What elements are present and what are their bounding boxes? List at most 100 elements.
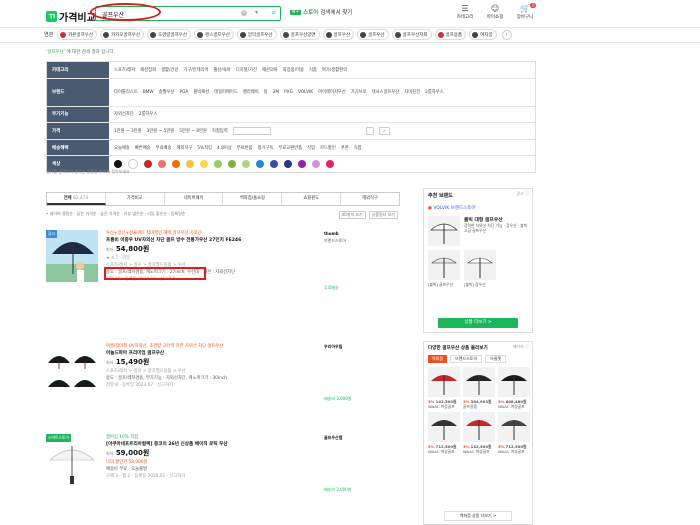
color-swatch[interactable]: [298, 160, 306, 169]
color-swatch[interactable]: [158, 160, 166, 169]
color-swatch[interactable]: [128, 159, 138, 170]
color-swatch[interactable]: [200, 160, 208, 169]
color-swatch[interactable]: [144, 160, 152, 169]
tab-department[interactable]: 백화점/홈쇼핑: [223, 193, 283, 205]
tab-shopping-window[interactable]: 쇼핑윈도: [282, 193, 342, 205]
cart-button[interactable]: 🛒 0 장바구니: [510, 3, 540, 20]
filter-option[interactable]: 패션잡화: [140, 67, 156, 73]
browse-item[interactable]: 3% 142,500원 WAAC 여성골프: [428, 367, 460, 409]
site-logo[interactable]: ㄲ 가격비교: [46, 9, 96, 24]
filter-option[interactable]: 정기구독: [258, 145, 274, 151]
filter-option[interactable]: 볼빅패션: [193, 89, 209, 95]
filter-option[interactable]: VOLVIK: [298, 90, 313, 95]
price-range-option[interactable]: 3만원 ~ 5만원: [147, 128, 175, 134]
related-chip[interactable]: 골프우산: [322, 29, 355, 40]
filter-option[interactable]: 무료반품: [237, 145, 253, 151]
filter-option[interactable]: 송월우산: [159, 89, 175, 95]
color-swatch[interactable]: [256, 160, 264, 169]
filter-option[interactable]: 핑: [264, 89, 268, 95]
product-title[interactable]: [아쿠아네프트리아컬렉] 몽코의 26년 신상품 베이직 로틱 우산: [106, 441, 336, 448]
filter-option[interactable]: 빠른배송: [135, 145, 151, 151]
filter-option[interactable]: 쿠폰: [341, 145, 349, 151]
related-chip[interactable]: 골프우산양면: [279, 29, 320, 40]
brand-store-link[interactable]: ● VOLVIK 브랜드스토어: [428, 205, 528, 211]
browse-item[interactable]: 3% 384,993원 골프용품: [463, 367, 495, 409]
color-swatch[interactable]: [172, 160, 180, 169]
filter-option[interactable]: 여가/생활편의: [322, 67, 347, 73]
filter-option[interactable]: 타이틀리스트: [114, 89, 138, 95]
filter-option[interactable]: 가구/인테리어: [183, 67, 208, 73]
color-swatch[interactable]: [326, 160, 334, 169]
tab-brand-store[interactable]: 브랜드스토어: [450, 355, 483, 363]
filter-option[interactable]: 카드할인: [320, 145, 336, 151]
color-swatch[interactable]: [228, 160, 236, 169]
category-menu-button[interactable]: ☰ 카테고리: [450, 4, 480, 20]
filter-option[interactable]: 패션의류: [262, 67, 278, 73]
filter-option[interactable]: BMW: [143, 90, 154, 95]
filter-option[interactable]: 직접: [354, 145, 362, 151]
brand-product[interactable]: [볼빅] 골프우산: [428, 250, 460, 287]
price-range-option[interactable]: 1만원 ~ 3만원: [114, 128, 142, 134]
filter-option[interactable]: 스포츠/레저: [114, 67, 135, 73]
max-price-field[interactable]: [365, 126, 374, 135]
price-apply-button[interactable]: ✓: [378, 126, 391, 135]
search-icon[interactable]: ⌕: [272, 8, 276, 18]
filter-option[interactable]: 5%적립: [197, 145, 212, 151]
my-shopping-button[interactable]: ☺ 마이쇼핑: [480, 4, 510, 20]
seller-name[interactable]: 골프우산랩: [324, 434, 398, 441]
browse-item[interactable]: 5% 712,500원 WAAC 여성골프: [428, 412, 460, 454]
chevron-right-icon[interactable]: ›: [501, 29, 512, 40]
related-chip[interactable]: 카카오골프우산: [100, 29, 145, 40]
color-swatch[interactable]: [312, 160, 320, 169]
store-campaign-link[interactable]: N+ 스토어 검색에서 찾기: [290, 8, 352, 16]
filter-option[interactable]: 무료교환반품: [278, 145, 302, 151]
tab-naverpay[interactable]: 네이버페이: [165, 193, 224, 205]
color-swatch[interactable]: [114, 160, 122, 169]
tab-overseas[interactable]: 해외직구: [341, 193, 399, 205]
filter-option[interactable]: PXG: [284, 90, 293, 95]
filter-option[interactable]: 자외선차단: [114, 111, 134, 117]
chevron-down-icon[interactable]: ▾: [255, 9, 258, 16]
related-chip[interactable]: 골프우산자외: [391, 29, 432, 40]
product-title[interactable]: 아놀드파마 프리미엄 골프우산: [106, 350, 336, 357]
related-chip[interactable]: 암막골프우산: [236, 29, 277, 40]
product-image[interactable]: [46, 343, 98, 395]
color-swatch[interactable]: [270, 160, 278, 169]
filter-option[interactable]: 가거브로: [351, 89, 367, 95]
filter-option[interactable]: 작업: [307, 145, 315, 151]
filter-option[interactable]: 오늘배송: [114, 145, 130, 151]
filter-option[interactable]: 디지털/가전: [236, 67, 257, 73]
browse-item[interactable]: 5% 712,500원 WAAC 여성골프: [498, 412, 530, 454]
related-chip[interactable]: 랜스골프우산: [194, 29, 234, 40]
related-chip[interactable]: 골프용품: [434, 29, 467, 40]
brand-banner[interactable]: 볼빅 대형 골프우산 강력한 자외선 차단 기능 · 장우산 · 볼빅 고급 골…: [428, 216, 528, 246]
filter-option[interactable]: 해외직구: [176, 145, 192, 151]
related-chip[interactable]: 카본골프우산: [57, 29, 98, 40]
filter-option[interactable]: 4.8이상: [217, 145, 232, 151]
filter-option[interactable]: 출산/육아: [213, 67, 230, 73]
browse-item[interactable]: 3% 142,500원 WAAC 여성골프: [463, 412, 495, 454]
color-swatch[interactable]: [214, 160, 222, 169]
seller-name[interactable]: 우리아우팀: [324, 343, 398, 350]
filter-option[interactable]: 텍사스골프우산: [372, 89, 400, 95]
min-price-field[interactable]: [232, 126, 271, 135]
browse-more[interactable]: 페이지 ⓘ: [513, 344, 529, 350]
more-department-button[interactable]: 백화점 상품 더보기 >: [444, 511, 512, 521]
price-range-option[interactable]: 5만원 ~ 8만원: [179, 128, 207, 134]
browse-item[interactable]: 3% 608,480원 WAAC 여성골프: [498, 367, 530, 409]
related-chip[interactable]: 여자골: [469, 29, 497, 40]
filter-option[interactable]: 2룸하우스: [425, 89, 444, 95]
tab-outlet[interactable]: 아울렛: [485, 355, 507, 363]
clear-icon[interactable]: ×: [241, 10, 247, 16]
product-category[interactable]: 스포츠/레저 > 골프 > 골프필드용품 > 우산: [106, 368, 336, 375]
tab-all[interactable]: 전체 82,474: [47, 193, 106, 205]
filter-option[interactable]: 자미진전: [404, 89, 420, 95]
filter-option[interactable]: 생활/건강: [161, 67, 178, 73]
filter-option[interactable]: 마이레이저우산: [318, 89, 346, 95]
filter-option[interactable]: PGA: [179, 90, 188, 95]
filter-option[interactable]: 무료배송: [156, 145, 172, 151]
color-swatch[interactable]: [284, 160, 292, 169]
product-filter-select[interactable]: 상품필터 보기: [368, 211, 398, 219]
related-chip[interactable]: 골프우산: [357, 29, 389, 40]
color-swatch[interactable]: [186, 160, 194, 169]
